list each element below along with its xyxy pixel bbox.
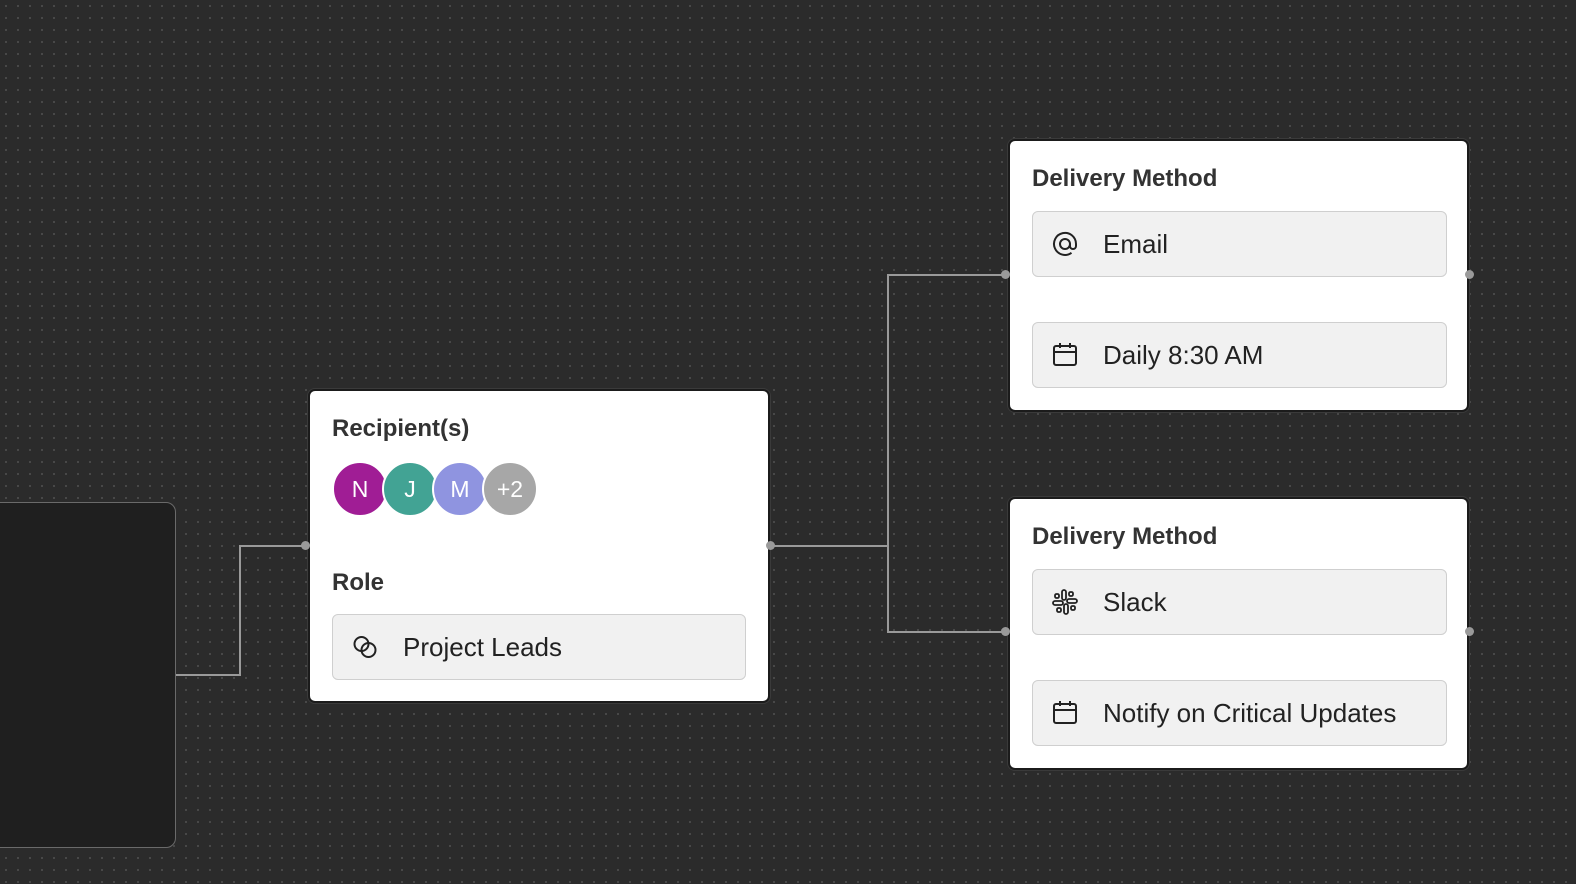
role-field[interactable]: Project Leads [332, 614, 746, 680]
more-recipients-badge[interactable]: +2 [482, 461, 538, 517]
edge-recipients-to-email [770, 274, 1006, 547]
delivery-method-value: Slack [1103, 586, 1167, 617]
avatar[interactable]: N [332, 461, 388, 517]
schedule-value: Notify on Critical Updates [1103, 697, 1397, 728]
delivery-card-slack[interactable]: Delivery Method Slack Notify on Critical… [1008, 497, 1469, 770]
delivery-method-title: Delivery Method [1032, 165, 1218, 192]
delivery-method-field[interactable]: Email [1032, 211, 1447, 277]
role-label: Role [332, 569, 385, 596]
recipients-output-handle[interactable] [766, 541, 775, 550]
slack-output-handle[interactable] [1465, 627, 1474, 636]
slack-input-handle[interactable] [1001, 627, 1010, 636]
avatar[interactable]: J [382, 461, 438, 517]
at-icon [1051, 230, 1079, 258]
recipient-avatars: N J M +2 [332, 461, 538, 521]
calendar-icon [1051, 699, 1079, 727]
email-output-handle[interactable] [1465, 270, 1474, 279]
calendar-icon [1051, 341, 1079, 369]
recipients-card[interactable]: Recipient(s) N J M +2 Role Project Leads [308, 389, 770, 703]
slack-icon [1051, 588, 1079, 616]
avatar[interactable]: M [432, 461, 488, 517]
delivery-method-value: Email [1103, 228, 1169, 259]
recipients-title: Recipient(s) [332, 415, 470, 442]
schedule-field[interactable]: Daily 8:30 AM [1032, 322, 1447, 388]
email-input-handle[interactable] [1001, 270, 1010, 279]
role-value: Project Leads [403, 631, 562, 662]
schedule-field[interactable]: Notify on Critical Updates [1032, 680, 1447, 746]
role-circles-icon [351, 633, 379, 661]
schedule-value: Daily 8:30 AM [1103, 339, 1264, 370]
recipients-input-handle[interactable] [301, 541, 310, 550]
delivery-method-field[interactable]: Slack [1032, 569, 1447, 635]
edge-source-to-recipients [176, 545, 306, 676]
delivery-method-title: Delivery Method [1032, 523, 1218, 550]
edge-recipients-to-slack [770, 545, 1006, 633]
delivery-card-email[interactable]: Delivery Method Email Daily 8:30 AM [1008, 139, 1469, 412]
source-node[interactable] [0, 502, 176, 848]
